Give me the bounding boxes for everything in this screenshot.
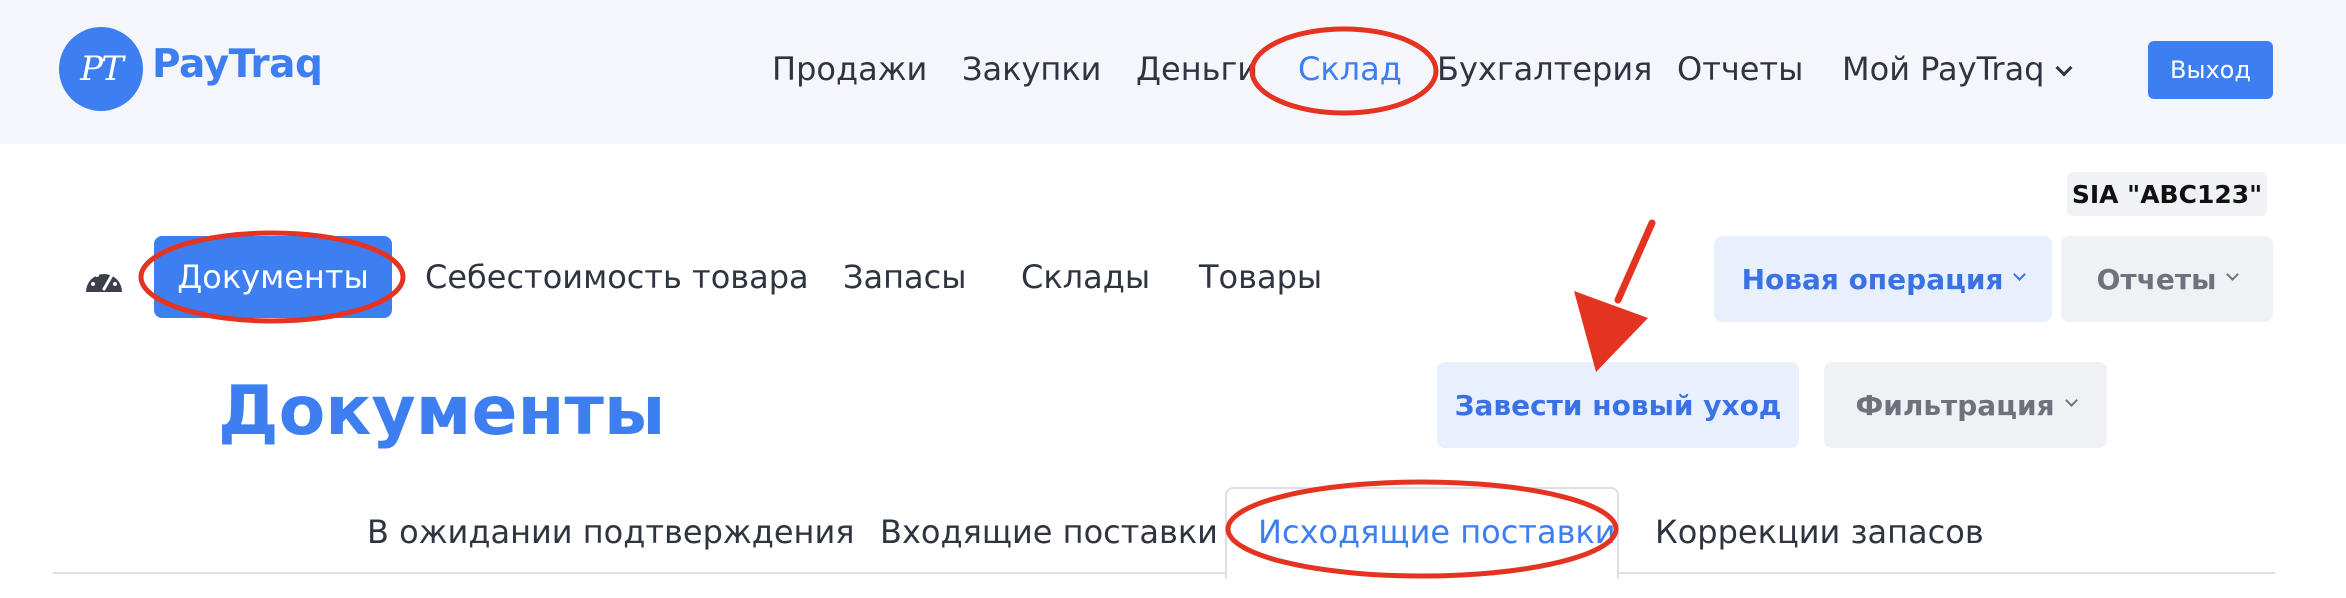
- chevron-down-icon: [2226, 267, 2240, 281]
- topnav-item-sales[interactable]: Продажи: [772, 50, 927, 88]
- tab-stock-corrections[interactable]: Коррекции запасов: [1655, 513, 1984, 551]
- logout-button[interactable]: Выход: [2148, 41, 2273, 99]
- tabs-divider: [53, 572, 2275, 574]
- new-outgoing-button[interactable]: Завести новый уход: [1437, 362, 1799, 448]
- subnav-item-warehouses[interactable]: Склады: [1021, 258, 1150, 296]
- chevron-down-icon: [2013, 267, 2027, 281]
- logo-mark-text: PT: [80, 49, 124, 89]
- filter-button[interactable]: Фильтрация: [1824, 362, 2107, 448]
- company-badge: SIA "ABC123": [2067, 172, 2267, 216]
- topnav-item-purchases[interactable]: Закупки: [962, 50, 1101, 88]
- tab-outgoing-shipments[interactable]: Исходящие поставки: [1258, 513, 1616, 551]
- reports-dropdown-button[interactable]: Отчеты: [2061, 236, 2273, 322]
- logo-mark[interactable]: PT: [59, 27, 143, 111]
- subnav-item-stock[interactable]: Запасы: [843, 258, 967, 296]
- arrow-shaft: [1614, 219, 1656, 304]
- arrow-head: [1574, 291, 1648, 372]
- subnav-item-documents[interactable]: Документы: [154, 236, 392, 318]
- topnav-item-my-paytraq-label: Мой PayTraq: [1842, 50, 2045, 88]
- topnav-item-accounting[interactable]: Бухгалтерия: [1437, 50, 1652, 88]
- chevron-down-icon: [2055, 59, 2073, 77]
- reports-dropdown-label: Отчеты: [2096, 262, 2217, 296]
- tab-incoming-shipments[interactable]: Входящие поставки: [880, 513, 1218, 551]
- filter-label: Фильтрация: [1855, 388, 2055, 422]
- logo-text[interactable]: PayTraq: [152, 42, 323, 87]
- topnav-item-reports[interactable]: Отчеты: [1677, 50, 1803, 88]
- new-operation-button[interactable]: Новая операция: [1714, 236, 2052, 322]
- subnav-item-products[interactable]: Товары: [1199, 258, 1322, 296]
- topnav-item-my-paytraq[interactable]: Мой PayTraq: [1842, 50, 2073, 88]
- tab-pending-confirmation[interactable]: В ожидании подтверждения: [367, 513, 854, 551]
- topnav-item-money[interactable]: Деньги: [1136, 50, 1258, 88]
- gauge-icon[interactable]: [84, 262, 124, 294]
- page-title: Документы: [218, 372, 666, 451]
- new-operation-label: Новая операция: [1741, 262, 2004, 296]
- topnav-item-warehouse[interactable]: Склад: [1298, 50, 1402, 88]
- chevron-down-icon: [2064, 393, 2078, 407]
- subnav-item-cost-of-goods[interactable]: Себестоимость товара: [425, 258, 809, 296]
